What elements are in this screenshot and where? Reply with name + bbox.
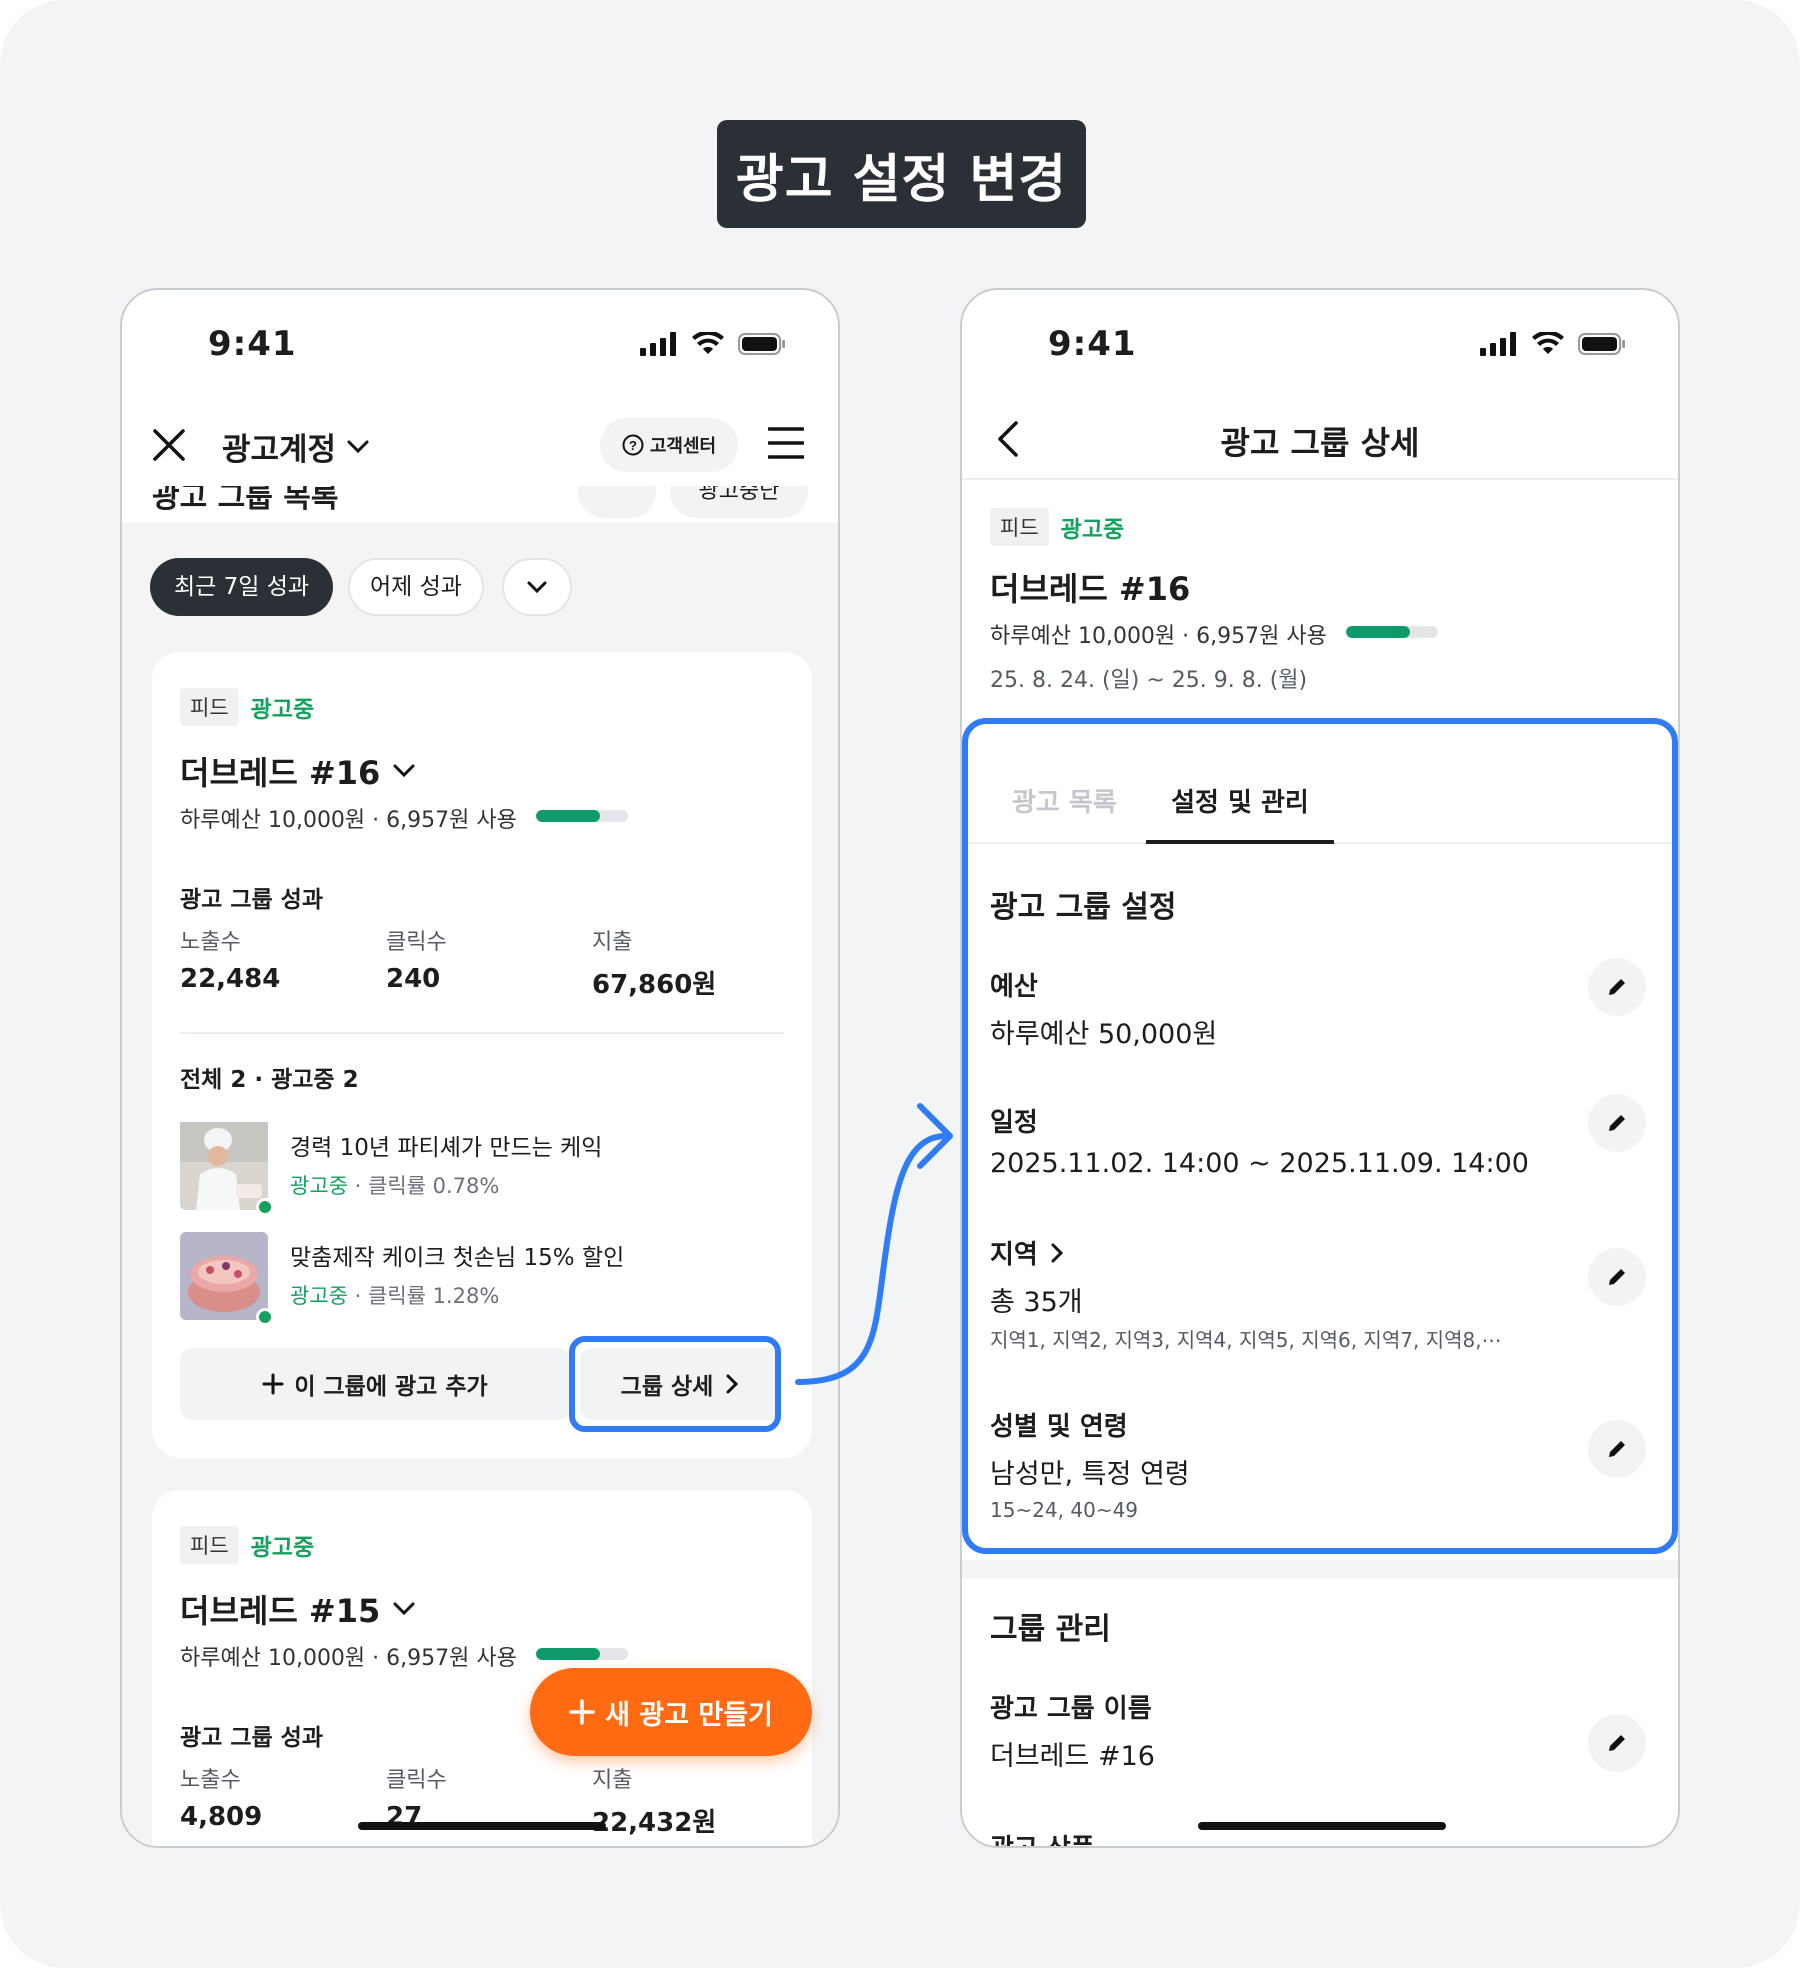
status-text: 광고중 [250, 697, 315, 723]
right-phone: 9:41 광고 그룹 상세 피드 광고중 더브레드 #16 하루예산 10,00… [960, 288, 1680, 1848]
metric-clicks: 클릭수 240 [386, 930, 447, 994]
manage-title: 그룹 관리 [990, 1612, 1111, 1647]
status-bar: 9:41 [962, 290, 1678, 400]
budget-text: 하루예산 10,000원 · 6,957원 사용 [990, 624, 1327, 649]
new-ad-fab[interactable]: 새 광고 만들기 [530, 1668, 812, 1756]
wifi-icon [1532, 332, 1564, 354]
ad-meta: 광고중 · 클릭률 0.78% [290, 1174, 500, 1198]
metric-impressions: 노출수 22,484 [180, 930, 281, 994]
add-ad-label: 이 그룹에 광고 추가 [294, 1374, 488, 1400]
group-name: 더브레드 #16 [990, 570, 1191, 608]
chevron-down-icon [393, 764, 415, 778]
peek-label: 광고 상품 [990, 1828, 1095, 1846]
metric-spend: 지출 22,432원 [592, 1768, 717, 1838]
group-name-selector[interactable]: 더브레드 #15 [180, 1586, 416, 1632]
section-separator [962, 1560, 1678, 1578]
highlight-outline [569, 1336, 781, 1432]
flow-arrow-icon [795, 1103, 953, 1385]
edit-group-name-button[interactable] [1588, 1714, 1646, 1772]
battery-icon [738, 333, 785, 355]
type-tag: 피드 [180, 688, 239, 726]
perf-title: 광고 그룹 성과 [180, 887, 323, 913]
help-icon: ? [622, 434, 644, 456]
list-area: 최근 7일 성과 어제 성과 피드 광고중 더브레드 #16 하루예산 10,0… [122, 522, 838, 1846]
app-header: 광고계정 ? 고객센터 [122, 400, 838, 486]
account-label: 광고계정 [222, 432, 337, 468]
add-ad-to-group-button[interactable]: 이 그룹에 광고 추가 [180, 1348, 570, 1420]
left-phone: 9:41 광고계정 ? 고객센터 광고 그룹 목록 광고중단 최근 7일 성과 … [120, 288, 840, 1848]
group-name-selector[interactable]: 더브레드 #16 [180, 748, 416, 794]
signal-icon [640, 332, 676, 356]
ad-list-item[interactable]: 경력 10년 파티셰가 만드는 케익 광고중 · 클릭률 0.78% [180, 1122, 780, 1216]
banner-title: 광고 설정 변경 [717, 120, 1086, 228]
type-tag: 피드 [180, 1526, 239, 1564]
budget-progress [1346, 626, 1438, 638]
live-dot [256, 1198, 274, 1216]
live-dot [256, 1308, 274, 1326]
metric-impressions: 노출수 4,809 [180, 1768, 263, 1832]
status-time: 9:41 [208, 324, 297, 364]
plus-icon [262, 1373, 284, 1395]
peek-icon-button [578, 486, 656, 518]
ad-title: 맞춤제작 케이크 첫손님 15% 할인 [290, 1245, 625, 1271]
page-canvas: 광고 설정 변경 9:41 광고계정 ? 고객센터 광고 그룹 목록 광고중단 … [0, 0, 1800, 1968]
page-title: 광고 그룹 상세 [1220, 424, 1420, 462]
ad-list-item[interactable]: 맞춤제작 케이크 첫손님 15% 할인 광고중 · 클릭률 1.28% [180, 1232, 780, 1326]
help-center-button[interactable]: ? 고객센터 [600, 418, 738, 472]
status-text: 광고중 [250, 1535, 315, 1561]
ad-meta: 광고중 · 클릭률 1.28% [290, 1284, 500, 1308]
divider [180, 1032, 784, 1034]
peek-button: 광고중단 [670, 486, 808, 518]
ad-thumbnail-cake [180, 1232, 268, 1320]
battery-icon [1578, 333, 1625, 355]
new-ad-label: 새 광고 만들기 [605, 1699, 773, 1731]
close-icon[interactable] [152, 428, 186, 462]
ad-group-card: 피드 광고중 더브레드 #16 하루예산 10,000원 · 6,957원 사용… [152, 652, 812, 1458]
status-bar: 9:41 [122, 290, 838, 400]
ad-summary: 전체 2 · 광고중 2 [180, 1067, 359, 1093]
svg-text:?: ? [629, 438, 637, 453]
home-indicator [358, 1822, 606, 1830]
metric-spend: 지출 67,860원 [592, 930, 717, 1000]
help-label: 고객센터 [649, 436, 717, 457]
group-name-label: 광고 그룹 이름 [990, 1694, 1152, 1724]
account-selector[interactable]: 광고계정 [222, 424, 370, 469]
home-indicator [1198, 1822, 1446, 1830]
settings-highlight-outline [962, 718, 1678, 1554]
period-text: 25. 8. 24. (일) ~ 25. 9. 8. (월) [990, 668, 1308, 693]
chevron-down-icon [393, 1602, 415, 1616]
status-time: 9:41 [1048, 324, 1137, 364]
perf-title: 광고 그룹 성과 [180, 1725, 323, 1751]
menu-icon[interactable] [768, 426, 804, 460]
ad-thumbnail-chef [180, 1122, 268, 1210]
status-text: 광고중 [1060, 517, 1125, 543]
group-name-value: 더브레드 #16 [990, 1741, 1155, 1772]
budget-text: 하루예산 10,000원 · 6,957원 사용 [180, 808, 517, 833]
wifi-icon [692, 332, 724, 354]
budget-text: 하루예산 10,000원 · 6,957원 사용 [180, 1646, 517, 1671]
plus-icon [569, 1699, 595, 1725]
group-name: 더브레드 #16 [180, 754, 381, 792]
budget-progress [536, 810, 628, 822]
filter-recent-7days[interactable]: 최근 7일 성과 [150, 558, 334, 616]
group-name: 더브레드 #15 [180, 1592, 381, 1630]
filter-more-button[interactable] [502, 558, 572, 616]
pencil-icon [1609, 1735, 1625, 1751]
type-tag: 피드 [990, 508, 1049, 546]
peek-title: 광고 그룹 목록 [152, 486, 339, 515]
signal-icon [1480, 332, 1516, 356]
filter-yesterday[interactable]: 어제 성과 [348, 558, 484, 616]
budget-progress [536, 1648, 628, 1660]
app-header: 광고 그룹 상세 [962, 400, 1678, 480]
clipped-header-row: 광고 그룹 목록 광고중단 [122, 486, 838, 522]
ad-title: 경력 10년 파티셰가 만드는 케익 [290, 1135, 603, 1161]
chevron-down-icon [527, 581, 547, 594]
chevron-down-icon [347, 440, 369, 453]
